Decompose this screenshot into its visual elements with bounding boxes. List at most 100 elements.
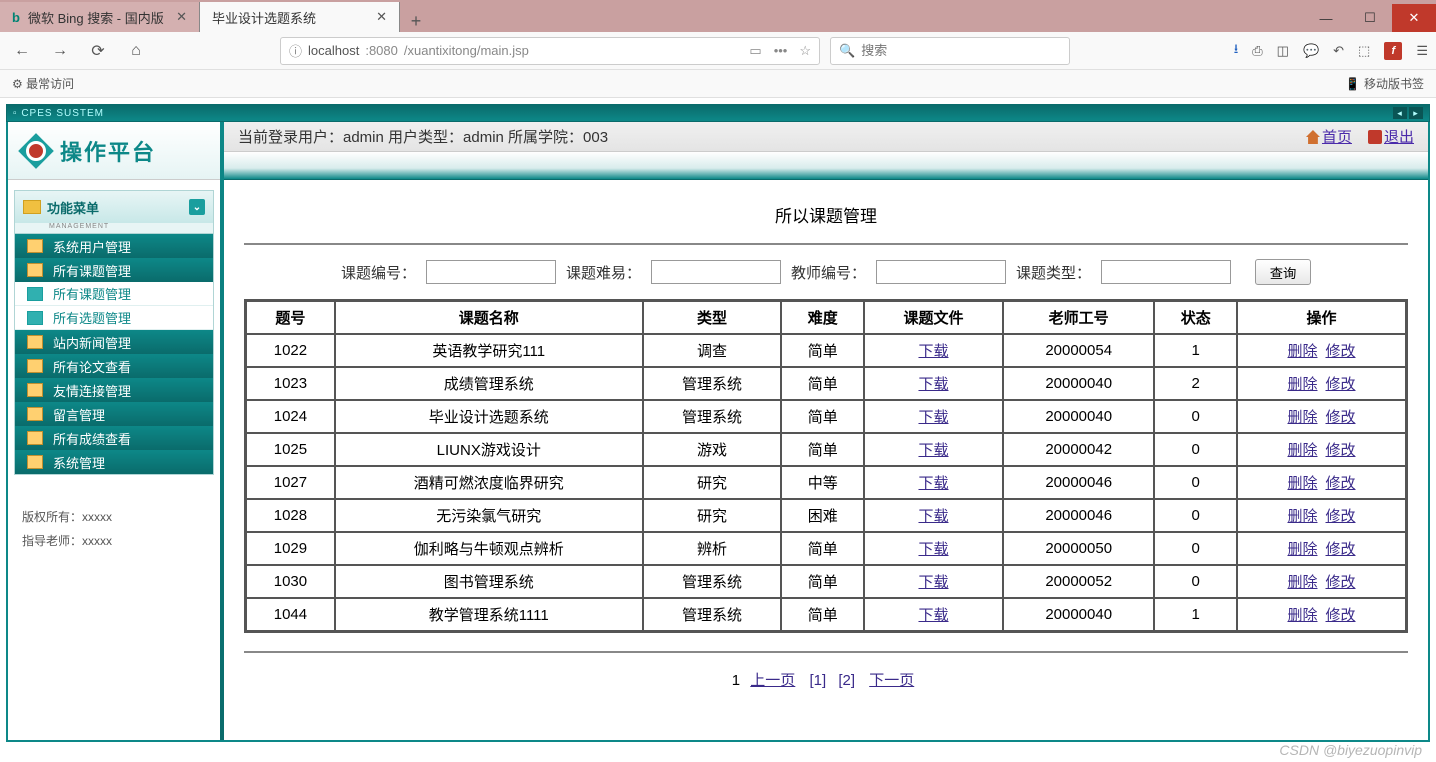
page-2[interactable]: [2] — [838, 672, 855, 689]
menu-panel: 功能菜单 ⌄ MANAGEMENT 系统用户管理所有课题管理所有课题管理所有选题… — [14, 190, 214, 475]
gear-icon[interactable]: ⚙ — [12, 77, 23, 91]
library-icon[interactable]: ⎙ — [1252, 43, 1262, 59]
search-icon: 🔍 — [839, 43, 855, 59]
sidebar-item-5[interactable]: 所有论文查看 — [15, 354, 213, 378]
delete-link[interactable]: 删除 — [1287, 376, 1317, 393]
sidebar-icon[interactable]: ◫ — [1277, 43, 1289, 59]
home-link[interactable]: 首页 — [1322, 129, 1352, 146]
search-input[interactable] — [861, 43, 1061, 58]
input-topic-type[interactable] — [1101, 260, 1231, 284]
browser-tab-active[interactable]: 毕业设计选题系统 ✕ — [200, 2, 400, 32]
monitor-icon: ▫ — [13, 108, 18, 119]
star-icon[interactable]: ☆ — [799, 43, 811, 59]
close-icon[interactable]: ✕ — [376, 9, 387, 25]
edit-link[interactable]: 修改 — [1326, 541, 1356, 558]
new-tab-button[interactable]: + — [400, 11, 432, 32]
download-link[interactable]: 下载 — [918, 475, 948, 492]
undo-icon[interactable]: ↶ — [1333, 43, 1344, 59]
exit-link[interactable]: 退出 — [1384, 129, 1414, 146]
download-link[interactable]: 下载 — [918, 442, 948, 459]
delete-link[interactable]: 删除 — [1287, 607, 1317, 624]
download-link[interactable]: 下载 — [918, 409, 948, 426]
edit-link[interactable]: 修改 — [1326, 442, 1356, 459]
sidebar-item-9[interactable]: 系统管理 — [15, 450, 213, 474]
download-link[interactable]: 下载 — [918, 607, 948, 624]
next-arrow-icon[interactable]: ▸ — [1409, 107, 1423, 119]
browser-tab-bing[interactable]: b 微软 Bing 搜索 - 国内版 ✕ — [0, 2, 200, 32]
edit-link[interactable]: 修改 — [1326, 376, 1356, 393]
back-button[interactable]: ← — [8, 37, 36, 65]
prev-page-link[interactable]: 上一页 — [750, 672, 795, 689]
table-row: 1025LIUNX游戏设计游戏简单下载200000420删除修改 — [246, 433, 1406, 466]
download-link[interactable]: 下载 — [918, 343, 948, 360]
close-icon[interactable]: ✕ — [176, 9, 187, 25]
reload-button[interactable]: ⟳ — [84, 37, 112, 65]
bookmark-mobile[interactable]: 移动版书签 — [1364, 75, 1424, 92]
sidebar-item-0[interactable]: 系统用户管理 — [15, 234, 213, 258]
delete-link[interactable]: 删除 — [1287, 475, 1317, 492]
sidebar-item-3[interactable]: 所有选题管理 — [15, 306, 213, 330]
flash-icon[interactable]: f — [1384, 42, 1402, 60]
address-bar: ← → ⟳ ⌂ ⓘ localhost:8080/xuantixitong/ma… — [0, 32, 1436, 70]
search-box[interactable]: 🔍 — [830, 37, 1070, 65]
sidebar-item-7[interactable]: 留言管理 — [15, 402, 213, 426]
input-topic-id[interactable] — [426, 260, 556, 284]
search-button[interactable]: 查询 — [1255, 259, 1311, 285]
info-icon[interactable]: ⓘ — [289, 41, 302, 60]
edit-link[interactable]: 修改 — [1326, 475, 1356, 492]
cell-ops: 删除修改 — [1237, 400, 1406, 433]
sidebar-item-1[interactable]: 所有课题管理 — [15, 258, 213, 282]
column-header: 类型 — [643, 301, 782, 334]
home-icon — [1306, 130, 1320, 144]
bookmark-most-visited[interactable]: 最常访问 — [26, 75, 74, 92]
menu-item-icon — [27, 287, 43, 301]
cell-id: 1028 — [246, 499, 335, 532]
delete-link[interactable]: 删除 — [1287, 508, 1317, 525]
edit-link[interactable]: 修改 — [1326, 409, 1356, 426]
maximize-button[interactable]: ☐ — [1348, 4, 1392, 32]
delete-link[interactable]: 删除 — [1287, 541, 1317, 558]
delete-link[interactable]: 删除 — [1287, 574, 1317, 591]
home-button[interactable]: ⌂ — [122, 37, 150, 65]
download-icon[interactable]: ⭳ — [1234, 40, 1239, 62]
cell-type: 管理系统 — [643, 367, 782, 400]
edit-link[interactable]: 修改 — [1326, 574, 1356, 591]
edit-link[interactable]: 修改 — [1326, 343, 1356, 360]
edit-link[interactable]: 修改 — [1326, 508, 1356, 525]
sidebar-item-4[interactable]: 站内新闻管理 — [15, 330, 213, 354]
reader-icon[interactable]: ▭ — [749, 43, 761, 59]
download-link[interactable]: 下载 — [918, 508, 948, 525]
cell-ops: 删除修改 — [1237, 334, 1406, 367]
delete-link[interactable]: 删除 — [1287, 343, 1317, 360]
addon-icon[interactable]: ⬚ — [1358, 43, 1370, 59]
page-1[interactable]: [1] — [809, 672, 826, 689]
download-link[interactable]: 下载 — [918, 541, 948, 558]
menu-item-icon — [27, 359, 43, 373]
download-link[interactable]: 下载 — [918, 574, 948, 591]
next-page-link[interactable]: 下一页 — [869, 672, 914, 689]
sidebar-item-2[interactable]: 所有课题管理 — [15, 282, 213, 306]
delete-link[interactable]: 删除 — [1287, 409, 1317, 426]
url-field[interactable]: ⓘ localhost:8080/xuantixitong/main.jsp ▭… — [280, 37, 820, 65]
menu-item-icon — [27, 455, 43, 469]
cell-diff: 中等 — [781, 466, 864, 499]
menu-icon[interactable]: ☰ — [1416, 43, 1428, 59]
tab-title: 毕业设计选题系统 — [212, 8, 316, 27]
minimize-button[interactable]: — — [1304, 4, 1348, 32]
close-window-button[interactable]: ✕ — [1392, 4, 1436, 32]
menu-item-label: 所有选题管理 — [53, 308, 131, 327]
cell-type: 调查 — [643, 334, 782, 367]
forward-button[interactable]: → — [46, 37, 74, 65]
prev-arrow-icon[interactable]: ◂ — [1393, 107, 1407, 119]
collapse-icon[interactable]: ⌄ — [189, 199, 205, 215]
more-icon[interactable]: ••• — [774, 43, 788, 59]
chat-icon[interactable]: 💬 — [1303, 43, 1319, 59]
sidebar-item-8[interactable]: 所有成绩查看 — [15, 426, 213, 450]
edit-link[interactable]: 修改 — [1326, 607, 1356, 624]
delete-link[interactable]: 删除 — [1287, 442, 1317, 459]
menu-header[interactable]: 功能菜单 ⌄ — [15, 191, 213, 223]
sidebar-item-6[interactable]: 友情连接管理 — [15, 378, 213, 402]
download-link[interactable]: 下载 — [918, 376, 948, 393]
input-difficulty[interactable] — [651, 260, 781, 284]
input-teacher-id[interactable] — [876, 260, 1006, 284]
